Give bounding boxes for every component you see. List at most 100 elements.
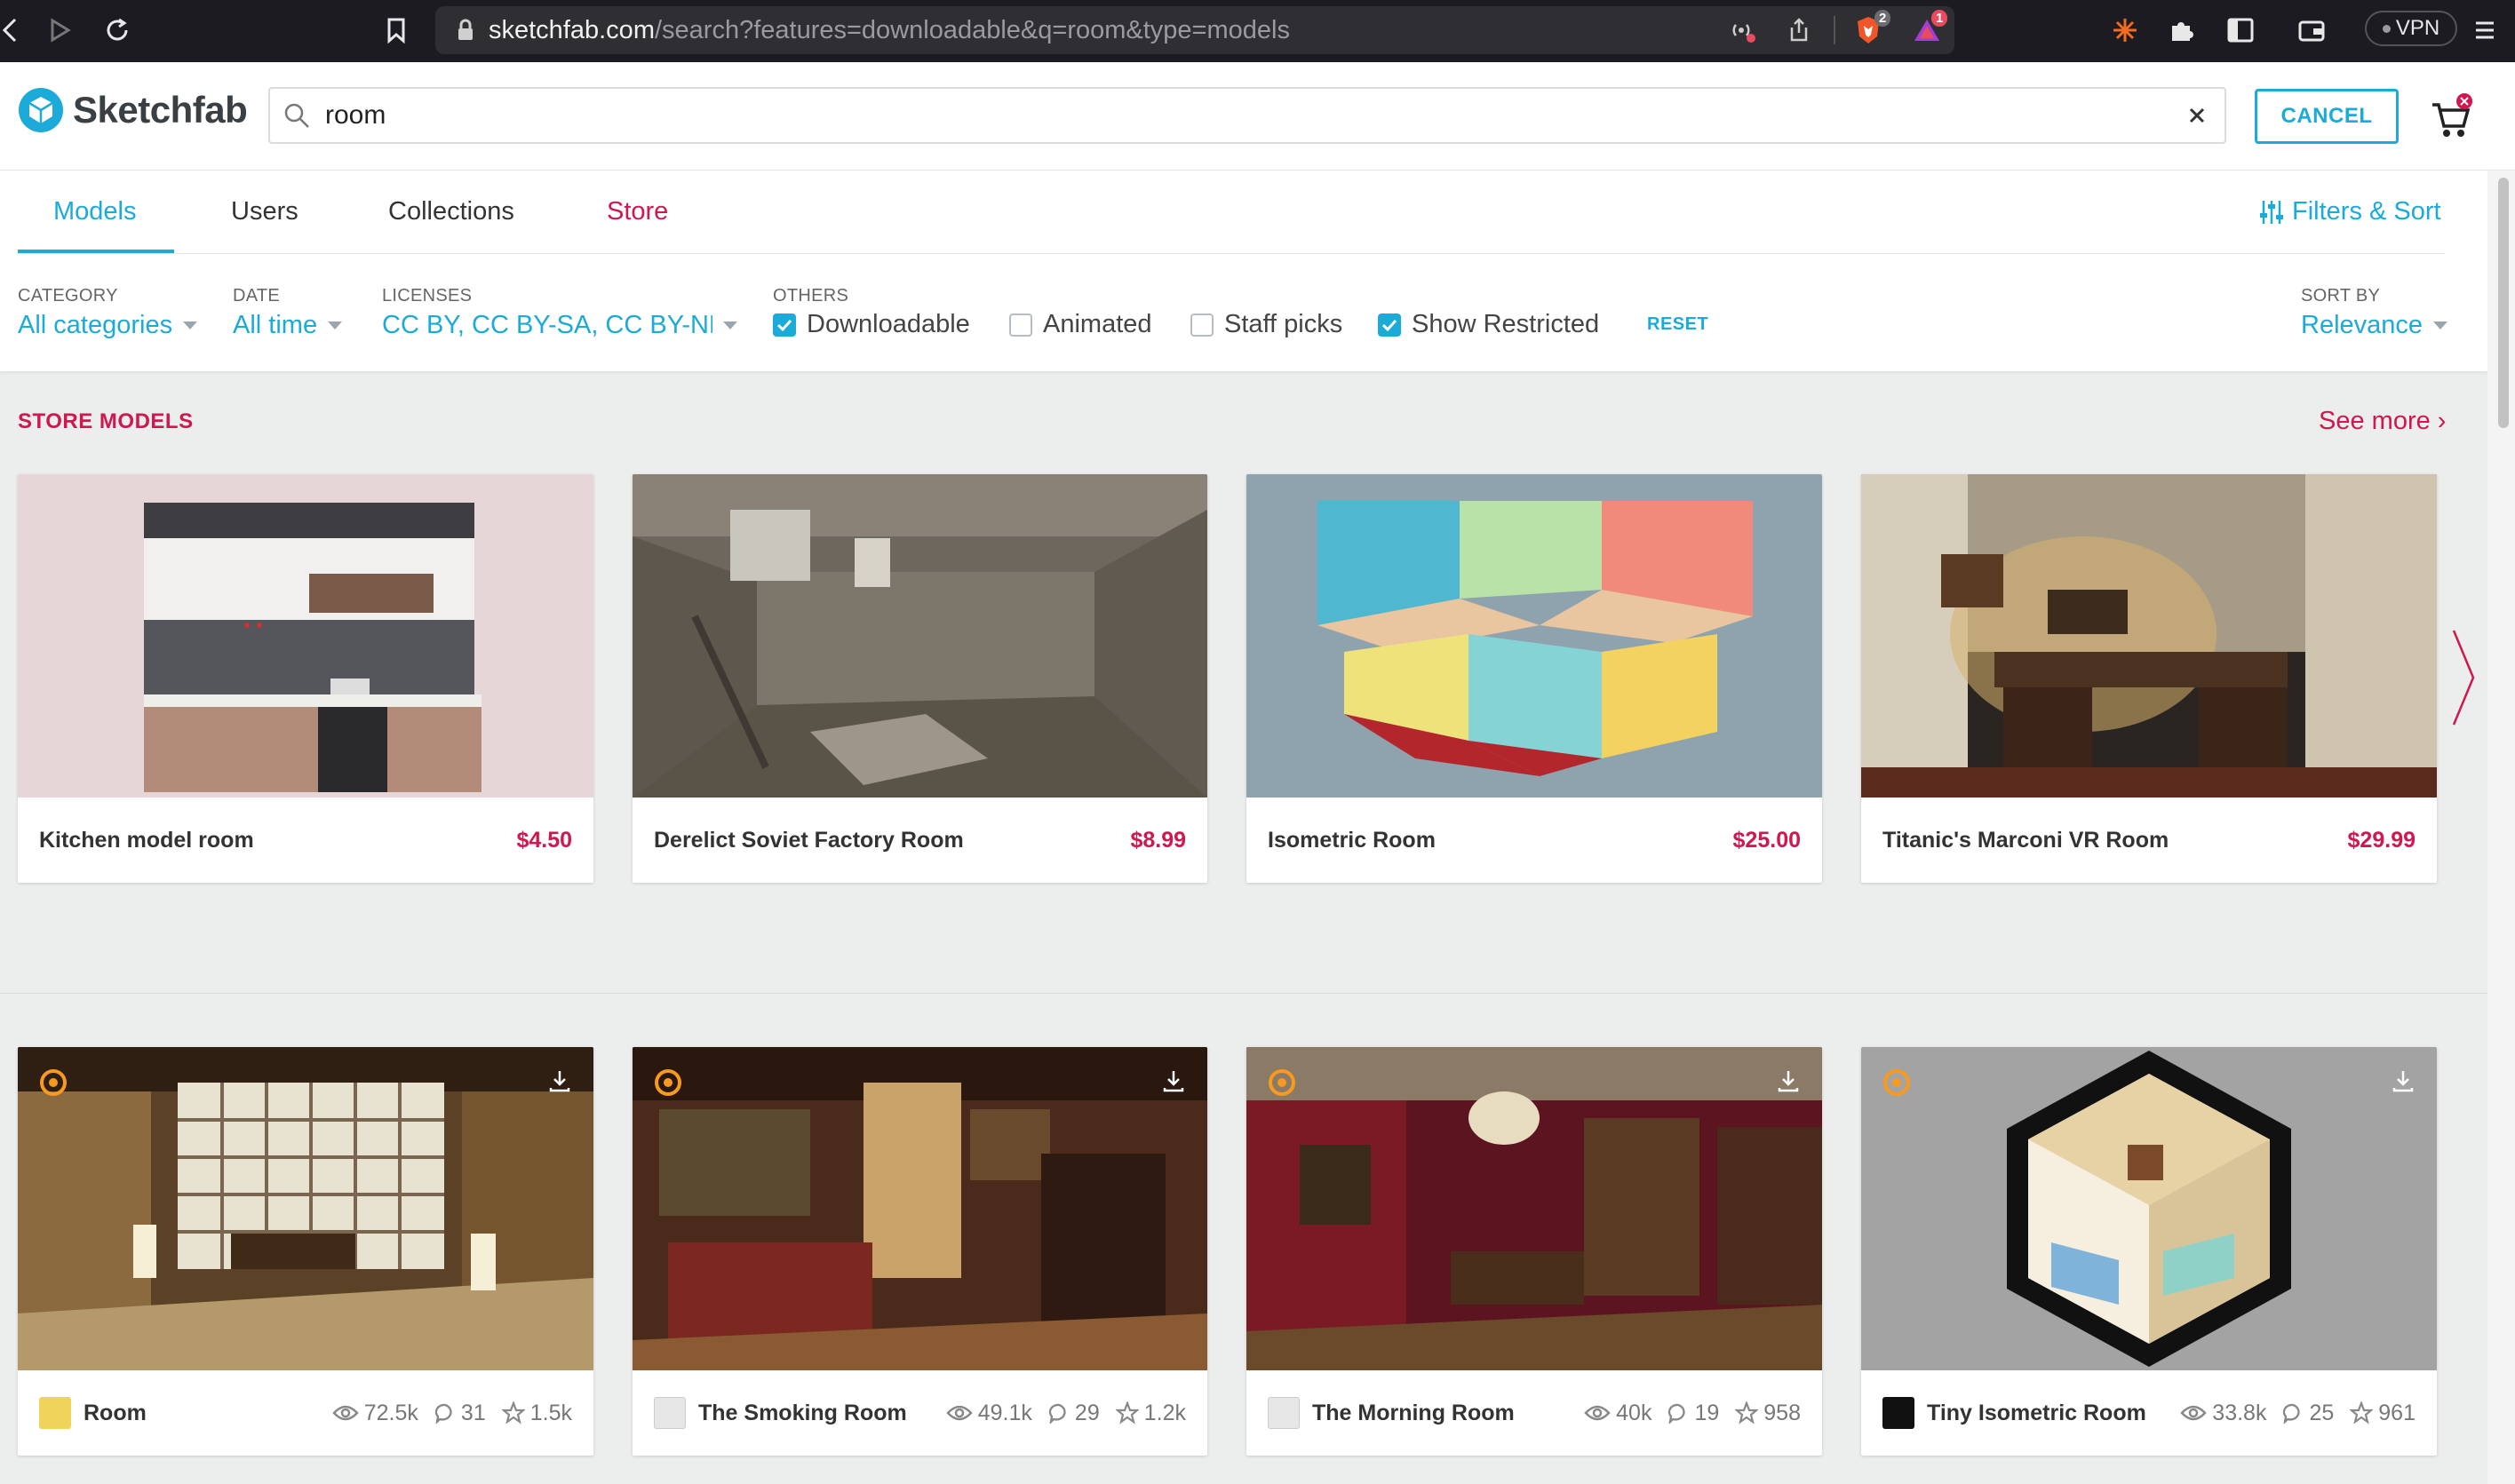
checkbox-checked-icon <box>773 313 796 337</box>
comments-count: 19 <box>1694 1400 1720 1425</box>
star-icon[interactable] <box>1115 1401 1139 1424</box>
forward-icon[interactable] <box>44 11 76 50</box>
share-icon[interactable] <box>1787 17 1811 44</box>
reload-icon[interactable] <box>99 11 135 50</box>
menu-icon[interactable] <box>2471 11 2498 50</box>
show-restricted-checkbox[interactable]: Show Restricted <box>1378 310 1599 339</box>
tab-models[interactable]: Models <box>53 197 137 226</box>
chevron-down-icon <box>2433 321 2448 329</box>
model-stats: 49.1k 29 1.2k <box>937 1401 1186 1426</box>
model-card[interactable]: The Smoking Room 49.1k 29 1.2k <box>633 1047 1207 1456</box>
chevron-down-icon <box>328 321 343 329</box>
model-card[interactable]: Tiny Isometric Room 33.8k 25 961 <box>1861 1047 2437 1456</box>
filters-sort-label: Filters & Sort <box>2292 197 2441 226</box>
model-name[interactable]: Tiny Isometric Room <box>1927 1401 2171 1426</box>
category-dropdown[interactable]: All categories <box>18 311 198 340</box>
views-count: 72.5k <box>363 1400 418 1425</box>
store-models-heading: STORE MODELS <box>18 409 194 433</box>
reset-filters-button[interactable]: RESET <box>1647 314 1708 335</box>
filters-sort-button[interactable]: Filters & Sort <box>2260 197 2441 226</box>
address-bar[interactable]: sketchfab.com/search?features=downloadab… <box>435 6 1954 54</box>
animated-checkbox[interactable]: Animated <box>1009 310 1152 339</box>
staff-pick-badge-icon <box>1883 1069 1910 1096</box>
extensions-puzzle-icon[interactable] <box>2164 11 2200 50</box>
chevron-down-icon <box>183 321 198 329</box>
filters-panel <box>0 171 2487 371</box>
download-icon[interactable] <box>1159 1067 1188 1095</box>
store-card[interactable]: Titanic's Marconi VR Room $29.99 <box>1861 474 2437 883</box>
bookmark-icon[interactable] <box>380 11 412 50</box>
staff-picks-checkbox[interactable]: Staff picks <box>1190 310 1342 339</box>
model-name[interactable]: The Smoking Room <box>698 1401 937 1426</box>
comments-count: 25 <box>2309 1400 2335 1425</box>
vpn-button[interactable]: VPN <box>2365 11 2457 46</box>
author-avatar[interactable] <box>1268 1397 1300 1429</box>
cancel-button[interactable]: CANCEL <box>2255 89 2399 144</box>
comments-icon <box>1048 1403 1066 1424</box>
sort-by-label: SORT BY <box>2301 286 2381 306</box>
model-name[interactable]: Kitchen model room <box>39 828 516 853</box>
room-thumbnail <box>18 1047 593 1370</box>
cart-icon[interactable] <box>2429 92 2473 140</box>
url-host: sketchfab.com <box>489 15 655 44</box>
comments-count: 31 <box>460 1400 486 1425</box>
brave-rewards-icon[interactable]: 1 <box>1912 10 1948 44</box>
store-card[interactable]: Derelict Soviet Factory Room $8.99 <box>633 474 1207 883</box>
sparkle-extension-icon[interactable] <box>2107 11 2143 50</box>
sketchfab-logo[interactable]: Sketchfab <box>18 85 248 135</box>
author-avatar[interactable] <box>1882 1397 1914 1429</box>
views-icon <box>946 1405 973 1421</box>
cast-icon[interactable] <box>1729 17 1757 44</box>
carousel-next-arrow-icon[interactable] <box>2450 629 2477 726</box>
clear-search-icon[interactable] <box>2189 107 2205 123</box>
model-name[interactable]: Isometric Room <box>1268 828 1733 853</box>
vpn-label: VPN <box>2395 16 2440 40</box>
derelict-room-thumbnail <box>633 474 1207 798</box>
search-icon <box>283 101 311 130</box>
checkbox-empty-icon <box>1009 313 1032 337</box>
card-footer: Kitchen model room $4.50 <box>18 798 593 883</box>
model-stats: 72.5k 31 1.5k <box>323 1401 572 1426</box>
store-card[interactable]: Kitchen model room $4.50 <box>18 474 593 883</box>
star-icon[interactable] <box>1735 1401 1759 1424</box>
model-name[interactable]: Titanic's Marconi VR Room <box>1882 828 2348 853</box>
model-name[interactable]: Room <box>84 1401 323 1426</box>
download-icon[interactable] <box>2389 1067 2417 1095</box>
star-icon[interactable] <box>501 1401 525 1424</box>
sort-dropdown[interactable]: Relevance <box>2301 311 2448 340</box>
sidebar-toggle-icon[interactable] <box>2223 11 2258 50</box>
licenses-filter-label: LICENSES <box>382 286 473 306</box>
model-card[interactable]: The Morning Room 40k 19 958 <box>1246 1047 1822 1456</box>
tab-store[interactable]: Store <box>607 197 668 226</box>
wallet-icon[interactable] <box>2294 11 2329 50</box>
search-input[interactable] <box>325 100 2102 131</box>
downloadable-label: Downloadable <box>807 310 970 338</box>
lock-icon <box>457 19 474 42</box>
see-more-link[interactable]: See more › <box>2319 407 2446 436</box>
checkbox-checked-icon <box>1378 313 1401 337</box>
scrollbar-thumb[interactable] <box>2498 178 2509 428</box>
model-price: $25.00 <box>1732 827 1801 853</box>
model-name[interactable]: The Morning Room <box>1312 1401 1575 1426</box>
author-avatar[interactable] <box>39 1397 71 1429</box>
tab-collections[interactable]: Collections <box>388 197 514 226</box>
model-name[interactable]: Derelict Soviet Factory Room <box>654 828 1130 853</box>
store-card[interactable]: Isometric Room $25.00 <box>1246 474 1822 883</box>
card-footer: Isometric Room $25.00 <box>1246 798 1822 883</box>
kitchen-model-thumbnail <box>18 474 593 798</box>
back-icon[interactable] <box>0 11 20 50</box>
author-avatar[interactable] <box>654 1397 686 1429</box>
date-dropdown[interactable]: All time <box>233 311 343 340</box>
download-icon[interactable] <box>545 1067 574 1095</box>
licenses-dropdown[interactable]: CC BY, CC BY-SA, CC BY-ND, C <box>382 311 737 340</box>
card-footer: The Morning Room 40k 19 958 <box>1246 1370 1822 1456</box>
star-icon[interactable] <box>2350 1401 2374 1424</box>
comments-icon <box>434 1403 452 1424</box>
downloadable-checkbox[interactable]: Downloadable <box>773 310 970 339</box>
tab-users[interactable]: Users <box>231 197 298 226</box>
staff-pick-badge-icon <box>40 1069 67 1096</box>
brave-shields-icon[interactable]: 2 <box>1855 10 1891 45</box>
download-icon[interactable] <box>1774 1067 1803 1095</box>
model-card[interactable]: Room 72.5k 31 1.5k <box>18 1047 593 1456</box>
section-divider <box>0 993 2487 994</box>
